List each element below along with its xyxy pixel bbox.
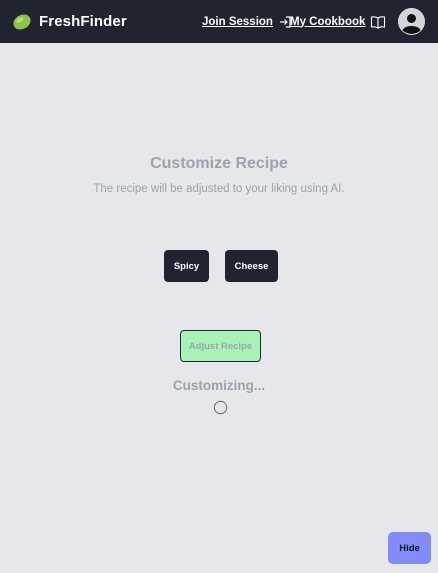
preference-spicy-button[interactable]: Spicy [164,250,209,282]
page-subtitle: The recipe will be adjusted to your liki… [93,183,345,195]
top-navbar: FreshFinder Join Session My Cookbook [0,0,438,43]
lime-logo-icon [12,12,32,32]
join-session-label: Join Session [202,15,273,28]
my-cookbook-link[interactable]: My Cookbook [290,0,386,43]
hide-button[interactable]: Hide [388,532,431,564]
preference-cheese-button[interactable]: Cheese [225,250,278,282]
brand-name: FreshFinder [39,13,127,30]
page-title: Customize Recipe [150,155,288,172]
loading-spinner-icon [213,400,228,415]
customizing-status: Customizing... [172,378,266,393]
user-avatar-icon[interactable] [398,8,425,35]
my-cookbook-label: My Cookbook [290,15,366,28]
open-book-icon [370,15,386,29]
join-session-link[interactable]: Join Session [202,0,292,43]
adjust-recipe-button[interactable]: Adjust Recipe [180,330,261,362]
brand[interactable]: FreshFinder [12,0,127,43]
